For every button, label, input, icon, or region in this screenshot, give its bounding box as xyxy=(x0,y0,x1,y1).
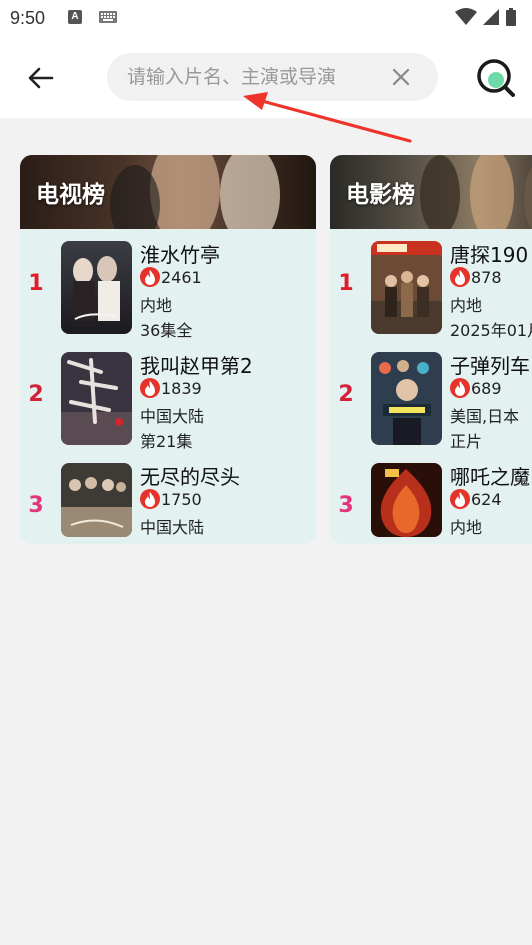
battery-icon xyxy=(506,8,516,26)
poster-image xyxy=(371,463,442,537)
list-item[interactable]: 2 我叫赵甲第2 1839 中国大陆 第21集 xyxy=(20,352,316,451)
item-title: 我叫赵甲第2 xyxy=(140,354,253,378)
rank-number: 3 xyxy=(28,493,44,518)
banner-figure xyxy=(150,155,220,229)
banner-figure xyxy=(420,155,460,229)
status-bar: 9:50 A xyxy=(0,0,532,36)
tv-chart-title: 电视榜 xyxy=(36,182,105,208)
search-input[interactable] xyxy=(127,53,377,101)
tv-chart-banner[interactable]: 电视榜 xyxy=(20,155,316,229)
search-icon[interactable] xyxy=(476,58,516,98)
list-item[interactable]: 3 无尽的尽头 1750 中国大陆 xyxy=(20,463,316,537)
heat-value: 1750 xyxy=(161,490,202,509)
release-status: 正片 xyxy=(450,432,483,451)
banner-figure xyxy=(524,159,532,229)
banner-figure xyxy=(220,155,280,229)
heat-icon xyxy=(450,378,470,398)
back-arrow-icon[interactable] xyxy=(22,60,58,96)
region: 内地 xyxy=(450,518,483,537)
rank-number: 2 xyxy=(28,382,44,407)
item-title: 唐探190 xyxy=(450,243,529,267)
episode-status: 第21集 xyxy=(140,432,193,451)
search-header xyxy=(0,36,532,118)
heat-value: 1839 xyxy=(161,379,202,398)
clear-icon[interactable] xyxy=(391,67,411,87)
region: 内地 xyxy=(450,296,483,315)
heat-icon xyxy=(450,267,470,287)
a-notification-icon: A xyxy=(68,10,82,24)
keyboard-icon xyxy=(99,11,117,23)
heat-value: 624 xyxy=(471,490,502,509)
region: 中国大陆 xyxy=(140,407,205,426)
status-time: 9:50 xyxy=(10,8,46,28)
heat-icon xyxy=(140,489,160,509)
tv-chart-card: 电视榜 1 淮水竹亭 2461 内地 36集全 2 我叫赵甲第2 1839 中国… xyxy=(20,155,316,544)
heat-icon xyxy=(450,489,470,509)
signal-icon xyxy=(483,9,499,25)
region: 中国大陆 xyxy=(140,518,205,537)
item-title: 淮水竹亭 xyxy=(140,243,220,267)
movie-chart-title: 电影榜 xyxy=(346,182,415,208)
screen: 9:50 A 请输入片名、主演或导演 电视榜 1 淮水竹亭 2461 内地 36… xyxy=(0,0,532,945)
list-item[interactable]: 2 子弹列车 689 美国,日本 正片 xyxy=(330,352,532,451)
poster-image xyxy=(61,463,132,537)
heat-value: 878 xyxy=(471,268,502,287)
region: 美国,日本 xyxy=(450,407,520,426)
rank-number: 1 xyxy=(28,271,44,296)
banner-figure xyxy=(470,155,514,229)
poster-image xyxy=(61,241,132,334)
poster-image xyxy=(371,352,442,445)
item-title: 哪吒之魔 xyxy=(450,465,530,489)
heat-value: 2461 xyxy=(161,268,202,287)
rank-number: 2 xyxy=(338,382,354,407)
heat-icon xyxy=(140,267,160,287)
region: 内地 xyxy=(140,296,173,315)
heat-icon xyxy=(140,378,160,398)
ranking-cards: 电视榜 1 淮水竹亭 2461 内地 36集全 2 我叫赵甲第2 1839 中国… xyxy=(20,155,532,545)
list-item[interactable]: 3 哪吒之魔 624 内地 xyxy=(330,463,532,537)
release-date: 2025年01月 xyxy=(450,321,532,340)
item-title: 子弹列车 xyxy=(450,354,530,378)
rank-number: 3 xyxy=(338,493,354,518)
search-box[interactable] xyxy=(107,53,438,101)
item-title: 无尽的尽头 xyxy=(140,465,240,489)
rank-number: 1 xyxy=(338,271,354,296)
poster-image xyxy=(371,241,442,334)
poster-image xyxy=(61,352,132,445)
movie-chart-card: 电影榜 1 唐探190 878 内地 2025年01 2 子弹列车 689 美国… xyxy=(330,155,532,544)
list-item[interactable]: 1 唐探190 878 内地 2025年01 xyxy=(330,241,532,340)
movie-chart-banner[interactable]: 电影榜 xyxy=(330,155,532,229)
list-item[interactable]: 1 淮水竹亭 2461 内地 36集全 xyxy=(20,241,316,340)
heat-value: 689 xyxy=(471,379,502,398)
episode-status: 36集全 xyxy=(140,321,193,340)
wifi-icon xyxy=(455,8,477,25)
